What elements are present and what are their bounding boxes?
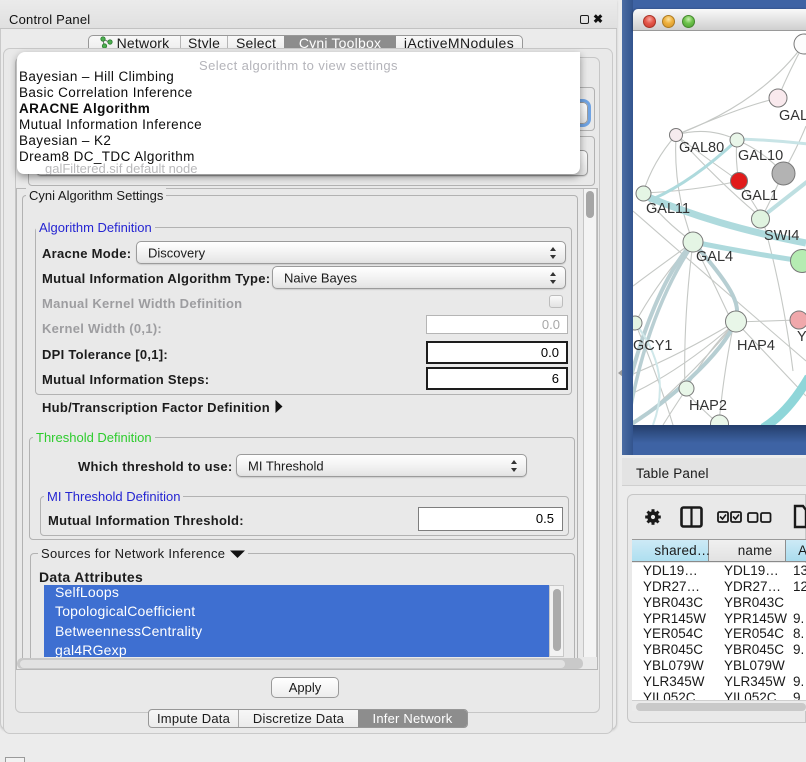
svg-text:GAL10: GAL10 — [738, 148, 783, 164]
svg-text:GAL11: GAL11 — [646, 201, 690, 217]
svg-text:SWI4: SWI4 — [764, 228, 799, 244]
svg-text:YM: YM — [797, 329, 806, 345]
svg-text:HAP4: HAP4 — [737, 338, 775, 354]
svg-text:HAP2: HAP2 — [689, 398, 727, 414]
svg-text:GAL4: GAL4 — [696, 249, 733, 265]
svg-text:GAL2: GAL2 — [779, 108, 806, 124]
svg-text:GAL80: GAL80 — [679, 140, 724, 156]
svg-text:GCY1: GCY1 — [633, 338, 673, 354]
svg-text:GAL1: GAL1 — [741, 188, 778, 204]
